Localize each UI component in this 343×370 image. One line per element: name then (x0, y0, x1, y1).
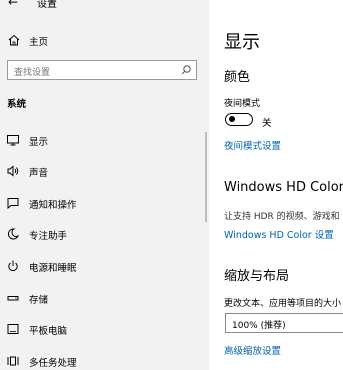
scale-dropdown[interactable]: 100% (推荐) (225, 313, 343, 333)
hd-color-heading: Windows HD Color (224, 180, 343, 195)
scale-layout-heading: 缩放与布局 (224, 269, 290, 284)
window-title: 设置 (37, 0, 57, 10)
sidebar-item-tablet[interactable]: 平板电脑 (0, 318, 209, 340)
sidebar-item-label: 存储 (29, 295, 49, 306)
night-light-label: 夜间模式 (224, 99, 261, 109)
hd-color-settings-link[interactable]: Windows HD Color 设置 (224, 227, 334, 241)
sidebar-item-label: 电源和睡眠 (29, 263, 77, 274)
sidebar-item-label: 多任务处理 (29, 358, 77, 369)
scale-dropdown-value: 100% (推荐) (232, 321, 286, 331)
night-light-state: 关 (262, 118, 272, 129)
night-light-toggle[interactable] (225, 113, 253, 126)
home-icon (7, 33, 21, 47)
sidebar-item-label: 主页 (29, 37, 49, 48)
sidebar-item-home[interactable]: 主页 (0, 30, 209, 52)
sidebar-item-focus-assist[interactable]: 专注助手 (0, 223, 209, 245)
speaker-icon (6, 164, 20, 178)
sidebar-item-notifications[interactable]: 通知和操作 (0, 192, 209, 214)
sidebar-item-label: 通知和操作 (29, 200, 77, 211)
sidebar-item-label: 声音 (29, 168, 49, 179)
sidebar-item-label: 显示 (29, 137, 49, 148)
sidebar-item-multitasking[interactable]: 多任务处理 (0, 350, 209, 370)
section-label-system: 系统 (7, 99, 27, 110)
sidebar-scrollbar[interactable] (205, 132, 207, 222)
moon-icon (6, 227, 20, 241)
sidebar-item-label: 专注助手 (29, 231, 68, 242)
search-input[interactable]: 查找设置 (7, 60, 197, 80)
monitor-icon (6, 133, 20, 147)
page-title: 显示 (224, 32, 260, 53)
sidebar-item-power-sleep[interactable]: 电源和睡眠 (0, 255, 209, 277)
tablet-icon (6, 322, 20, 336)
sidebar-item-sound[interactable]: 声音 (0, 160, 209, 182)
title-bar: ← 设置 (0, 0, 209, 14)
sidebar-item-label: 平板电脑 (29, 326, 68, 337)
advanced-scaling-link[interactable]: 高级缩放设置 (224, 343, 281, 357)
color-heading: 颜色 (224, 70, 251, 85)
sidebar: ← 设置 主页 查找设置 系统 显示 声音 通知和操作 专注助手 电源和睡眠 存… (0, 0, 209, 370)
storage-icon (6, 291, 20, 305)
notification-icon (6, 196, 20, 210)
main-content: 显示 颜色 夜间模式 关 夜间模式设置 Windows HD Color 让支持… (209, 0, 343, 370)
back-button[interactable]: ← (8, 0, 18, 9)
night-light-settings-link[interactable]: 夜间模式设置 (224, 138, 281, 152)
power-icon (6, 259, 20, 273)
multitask-icon (6, 354, 20, 368)
search-placeholder: 查找设置 (14, 68, 51, 78)
search-icon[interactable] (180, 64, 192, 76)
sidebar-item-storage[interactable]: 存储 (0, 287, 209, 309)
scale-label: 更改文本、应用等项目的大小 (224, 299, 342, 309)
sidebar-item-display[interactable]: 显示 (0, 129, 209, 151)
toggle-knob (229, 116, 235, 122)
hd-color-description: 让支持 HDR 的视频、游戏和 (224, 212, 340, 222)
